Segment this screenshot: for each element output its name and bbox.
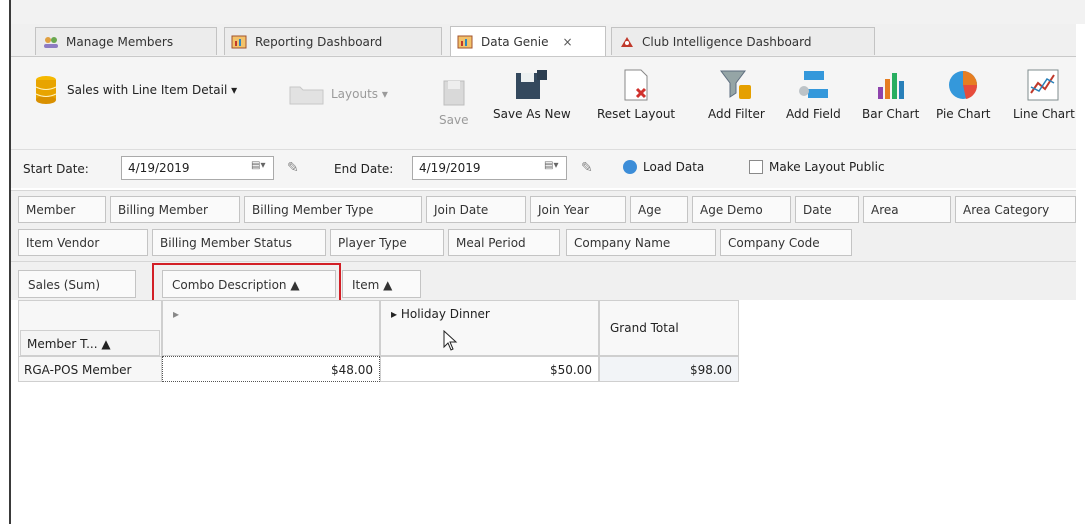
start-date-value: 4/19/2019 [128, 161, 190, 175]
date-filter-row: Start Date: 4/19/2019 ▤▾ ✎ End Date: 4/1… [11, 150, 1076, 188]
column-field-item[interactable]: Item ▲ [342, 270, 421, 298]
layouts-button[interactable]: Layouts ▾ [289, 83, 388, 105]
grid-cell-value[interactable]: $50.00 [380, 356, 599, 382]
column-header-grand-total: Grand Total [599, 300, 739, 356]
checkbox-box[interactable] [749, 160, 763, 174]
folder-icon [289, 86, 324, 105]
ribbon-toolbar: Sales with Line Item Detail ▾ Layouts ▾ … [11, 57, 1076, 150]
make-layout-public-label: Make Layout Public [769, 160, 885, 174]
field-item-vendor[interactable]: Item Vendor [18, 229, 148, 256]
data-genie-icon [457, 35, 473, 48]
field-date[interactable]: Date [795, 196, 859, 223]
tab-label: Reporting Dashboard [255, 34, 383, 49]
column-header-blank[interactable]: ▸ [162, 300, 380, 356]
data-field-sales-sum[interactable]: Sales (Sum) [18, 270, 136, 298]
pie-chart-icon [949, 71, 978, 99]
field-company-code[interactable]: Company Code [720, 229, 852, 256]
tab-strip: Manage Members Reporting Dashboard Data … [11, 24, 1076, 57]
database-icon [35, 76, 57, 104]
save-label: Save [439, 113, 469, 127]
tab-label: Data Genie [481, 34, 549, 49]
field-join-year[interactable]: Join Year [530, 196, 626, 223]
add-field-label: Add Field [786, 107, 841, 121]
clear-date-icon[interactable]: ✎ [287, 160, 299, 176]
filter-icon [720, 70, 752, 99]
field-player-type[interactable]: Player Type [330, 229, 444, 256]
start-date-field[interactable]: 4/19/2019 ▤▾ [121, 156, 274, 180]
reset-layout-label: Reset Layout [597, 107, 676, 121]
save-as-new-icon [515, 70, 547, 99]
row-field-member-type[interactable]: Member T... ▲ [20, 330, 160, 356]
load-data-icon [623, 160, 637, 174]
field-join-date[interactable]: Join Date [426, 196, 526, 223]
intelligence-icon [621, 36, 633, 47]
load-data-button[interactable]: Load Data [623, 160, 704, 174]
field-billing-member[interactable]: Billing Member [110, 196, 240, 223]
mouse-cursor-icon [443, 330, 458, 351]
members-icon [44, 36, 58, 48]
tab-label: Club Intelligence Dashboard [642, 34, 812, 49]
field-area-category[interactable]: Area Category [955, 196, 1076, 223]
field-list-area: Member Billing Member Billing Member Typ… [11, 190, 1076, 262]
report-selector-button[interactable]: Sales with Line Item Detail ▾ [35, 75, 237, 105]
field-member[interactable]: Member [18, 196, 106, 223]
end-date-value: 4/19/2019 [419, 161, 481, 175]
end-date-label: End Date: [334, 162, 394, 176]
tab-manage-members[interactable]: Manage Members [35, 27, 217, 55]
field-area[interactable]: Area [863, 196, 951, 223]
pie-chart-label: Pie Chart [936, 107, 991, 121]
calendar-dropdown-icon[interactable]: ▤▾ [251, 160, 269, 174]
row-header-rga-pos-member[interactable]: RGA-POS Member [18, 356, 162, 382]
field-company-name[interactable]: Company Name [566, 229, 716, 256]
field-billing-member-type[interactable]: Billing Member Type [244, 196, 422, 223]
save-as-new-button[interactable]: Save As New [493, 69, 571, 121]
highlight-box [152, 263, 341, 305]
tab-reporting-dashboard[interactable]: Reporting Dashboard [224, 27, 442, 55]
save-button[interactable]: Save [439, 79, 468, 127]
layouts-label: Layouts ▾ [331, 87, 388, 101]
add-field-button[interactable]: Add Field [786, 69, 841, 121]
clear-date-icon[interactable]: ✎ [581, 160, 593, 176]
reset-layout-button[interactable]: Reset Layout [597, 69, 675, 121]
top-band [11, 0, 1085, 24]
tab-club-intelligence[interactable]: Club Intelligence Dashboard [611, 27, 875, 55]
pie-chart-button[interactable]: Pie Chart [936, 69, 990, 121]
add-filter-label: Add Filter [708, 107, 765, 121]
load-data-label: Load Data [643, 160, 705, 174]
field-age-demo[interactable]: Age Demo [692, 196, 791, 223]
column-header-holiday-dinner[interactable]: ▸ Holiday Dinner [380, 300, 599, 356]
save-icon [443, 80, 465, 106]
line-chart-icon [1027, 69, 1059, 101]
bar-chart-icon [877, 73, 904, 99]
report-icon [231, 35, 247, 48]
tab-label: Manage Members [66, 34, 174, 49]
field-meal-period[interactable]: Meal Period [448, 229, 560, 256]
line-chart-label: Line Chart [1013, 107, 1075, 121]
end-date-field[interactable]: 4/19/2019 ▤▾ [412, 156, 567, 180]
make-layout-public-checkbox[interactable]: Make Layout Public [749, 160, 885, 174]
bar-chart-label: Bar Chart [862, 107, 920, 121]
grid-cell-value[interactable]: $48.00 [162, 356, 380, 382]
line-chart-button[interactable]: Line Chart [1013, 69, 1075, 121]
reset-layout-icon [624, 69, 648, 101]
save-as-new-label: Save As New [493, 107, 571, 121]
close-icon[interactable]: × [562, 35, 572, 49]
grid-cell-grand-total: $98.00 [599, 356, 739, 382]
bar-chart-button[interactable]: Bar Chart [862, 69, 919, 121]
tab-data-genie[interactable]: Data Genie × [450, 26, 606, 56]
field-billing-member-status[interactable]: Billing Member Status [152, 229, 326, 256]
field-age[interactable]: Age [630, 196, 688, 223]
start-date-label: Start Date: [23, 162, 89, 176]
add-field-icon [799, 71, 829, 98]
calendar-dropdown-icon[interactable]: ▤▾ [544, 160, 562, 174]
report-selector-label: Sales with Line Item Detail ▾ [67, 83, 238, 97]
add-filter-button[interactable]: Add Filter [708, 69, 765, 121]
